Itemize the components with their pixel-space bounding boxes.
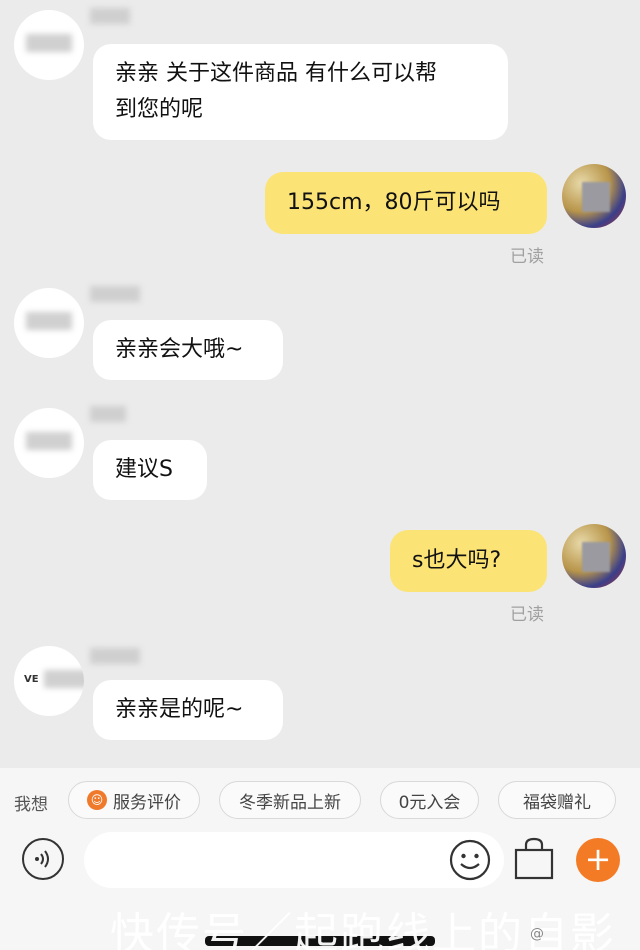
seller-name <box>90 648 140 664</box>
watermark-text: 快传号／起跑线上的自影 <box>110 909 616 950</box>
chip-lucky-bag[interactable]: 福袋赠礼 <box>498 781 616 819</box>
message-bubble-out[interactable]: 155cm，80斤可以吗 <box>265 172 547 234</box>
chip-label: 冬季新品上新 <box>239 792 341 813</box>
seller-avatar[interactable]: VE <box>14 646 84 716</box>
message-bubble-in[interactable]: 亲亲会大哦~ <box>93 320 283 380</box>
seller-name <box>90 8 130 24</box>
chip-label: 0元入会 <box>398 792 461 813</box>
message-bubble-out[interactable]: s也大吗? <box>390 530 547 592</box>
plus-icon[interactable]: + <box>576 838 620 882</box>
chat-area: 亲亲 关于这件商品 有什么可以帮 到您的呢 155cm，80斤可以吗 已读 亲亲… <box>0 0 640 768</box>
avatar-logo-text: VE <box>24 674 39 685</box>
chip-service-review[interactable]: ☺ 服务评价 <box>68 781 200 819</box>
message-text: 155cm，80斤可以吗 <box>287 190 501 215</box>
shopping-bag-icon[interactable] <box>512 836 556 882</box>
user-avatar[interactable] <box>562 164 626 228</box>
voice-waves-icon <box>35 850 49 868</box>
message-text: 建议S <box>115 457 173 482</box>
watermark-small: @ <box>530 926 544 942</box>
message-text: 亲亲 关于这件商品 有什么可以帮 <box>115 61 437 86</box>
message-text: 亲亲是的呢~ <box>115 697 244 722</box>
message-text: 到您的呢 <box>115 97 204 122</box>
chip-label: 服务评价 <box>113 792 181 813</box>
voice-icon[interactable] <box>22 838 64 880</box>
read-status: 已读 <box>510 247 544 267</box>
seller-avatar[interactable] <box>14 10 84 80</box>
message-text: s也大吗? <box>412 548 502 573</box>
bottom-panel: 我想 ☺ 服务评价 冬季新品上新 0元入会 福袋赠礼 + 快传号／起跑线上的自影… <box>0 768 640 950</box>
message-input[interactable] <box>84 832 504 888</box>
seller-name <box>90 286 140 302</box>
message-bubble-in[interactable]: 亲亲是的呢~ <box>93 680 283 740</box>
quick-reply-label: 我想 <box>14 795 48 815</box>
user-avatar[interactable] <box>562 524 626 588</box>
chip-free-join[interactable]: 0元入会 <box>380 781 479 819</box>
chip-label: 福袋赠礼 <box>523 792 591 813</box>
message-text: 亲亲会大哦~ <box>115 337 244 362</box>
message-bubble-in[interactable]: 建议S <box>93 440 207 500</box>
seller-avatar[interactable] <box>14 288 84 358</box>
message-bubble-in[interactable]: 亲亲 关于这件商品 有什么可以帮 到您的呢 <box>93 44 508 140</box>
read-status: 已读 <box>510 605 544 625</box>
emoji-icon[interactable] <box>448 838 492 882</box>
seller-name <box>90 406 126 422</box>
chip-winter-new[interactable]: 冬季新品上新 <box>219 781 361 819</box>
service-review-icon: ☺ <box>87 790 107 810</box>
seller-avatar[interactable] <box>14 408 84 478</box>
